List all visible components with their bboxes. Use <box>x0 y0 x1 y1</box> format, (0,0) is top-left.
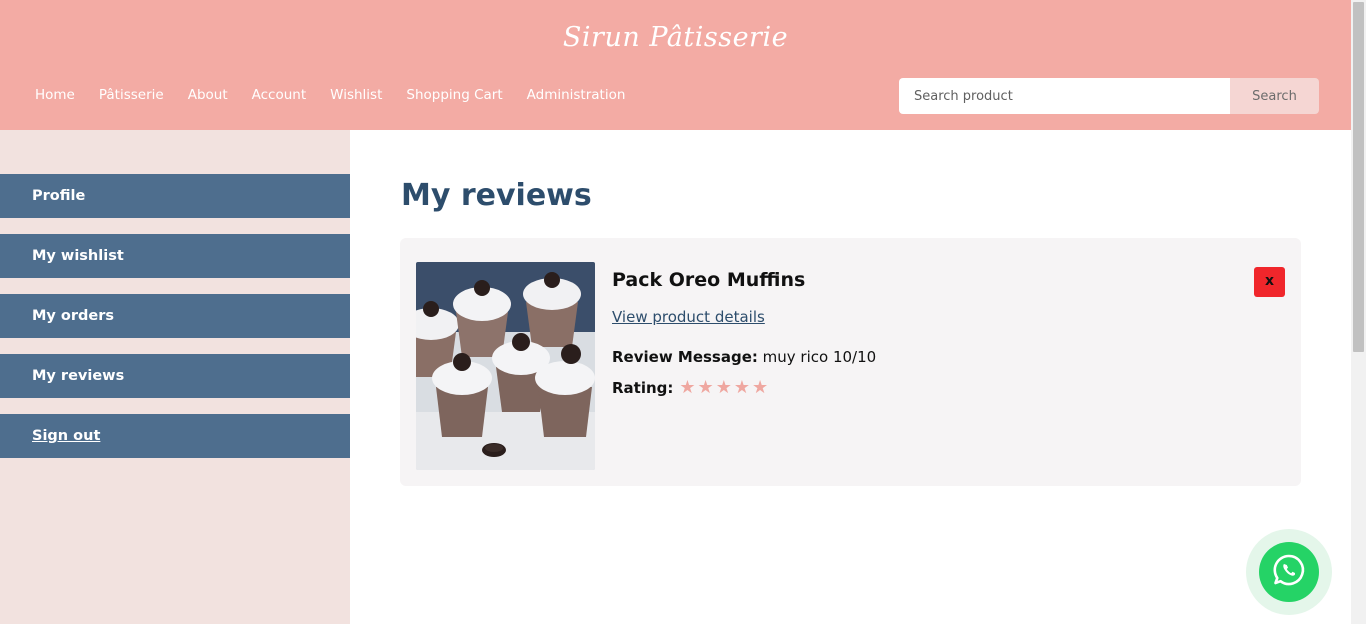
main-nav: Home Pâtisserie About Account Wishlist S… <box>35 87 649 103</box>
star-icon: ★ <box>679 377 696 398</box>
review-message-label: Review Message: <box>612 348 758 366</box>
site-header: Sirun Pâtisserie Home Pâtisserie About A… <box>0 0 1351 130</box>
nav-wishlist[interactable]: Wishlist <box>330 87 382 103</box>
nav-patisserie[interactable]: Pâtisserie <box>99 87 164 103</box>
whatsapp-icon <box>1272 553 1306 591</box>
search-bar: Search <box>899 78 1319 114</box>
search-button[interactable]: Search <box>1230 78 1319 114</box>
star-icon: ★ <box>715 377 732 398</box>
product-name: Pack Oreo Muffins <box>612 269 806 291</box>
review-message-text: muy rico 10/10 <box>762 348 877 366</box>
nav-about[interactable]: About <box>188 87 228 103</box>
account-sidebar: Profile My wishlist My orders My reviews… <box>0 130 350 624</box>
sidebar-item-wishlist[interactable]: My wishlist <box>0 234 350 278</box>
page-title: My reviews <box>401 178 592 213</box>
product-image[interactable] <box>416 262 595 470</box>
search-input[interactable] <box>899 78 1230 114</box>
review-message-row: Review Message: muy rico 10/10 <box>612 348 876 366</box>
view-product-details-link[interactable]: View product details <box>612 308 765 326</box>
review-card: Pack Oreo Muffins View product details R… <box>400 238 1301 486</box>
rating-label: Rating: <box>612 379 674 397</box>
nav-account[interactable]: Account <box>252 87 307 103</box>
whatsapp-button[interactable] <box>1259 542 1319 602</box>
nav-shopping-cart[interactable]: Shopping Cart <box>406 87 502 103</box>
nav-home[interactable]: Home <box>35 87 75 103</box>
sidebar-item-profile[interactable]: Profile <box>0 174 350 218</box>
star-icon: ★ <box>733 377 750 398</box>
rating-row: Rating: ★ ★ ★ ★ ★ <box>612 379 768 398</box>
nav-administration[interactable]: Administration <box>527 87 626 103</box>
brand-logo[interactable]: Sirun Pâtisserie <box>0 22 1351 53</box>
sidebar-item-orders[interactable]: My orders <box>0 294 350 338</box>
sidebar-item-sign-out[interactable]: Sign out <box>0 414 350 458</box>
star-icon: ★ <box>697 377 714 398</box>
delete-review-button[interactable]: x <box>1254 267 1285 297</box>
star-icon: ★ <box>751 377 769 398</box>
sidebar-item-reviews[interactable]: My reviews <box>0 354 350 398</box>
rating-stars: ★ ★ ★ ★ ★ <box>679 379 768 397</box>
scrollbar-thumb[interactable] <box>1353 2 1364 352</box>
